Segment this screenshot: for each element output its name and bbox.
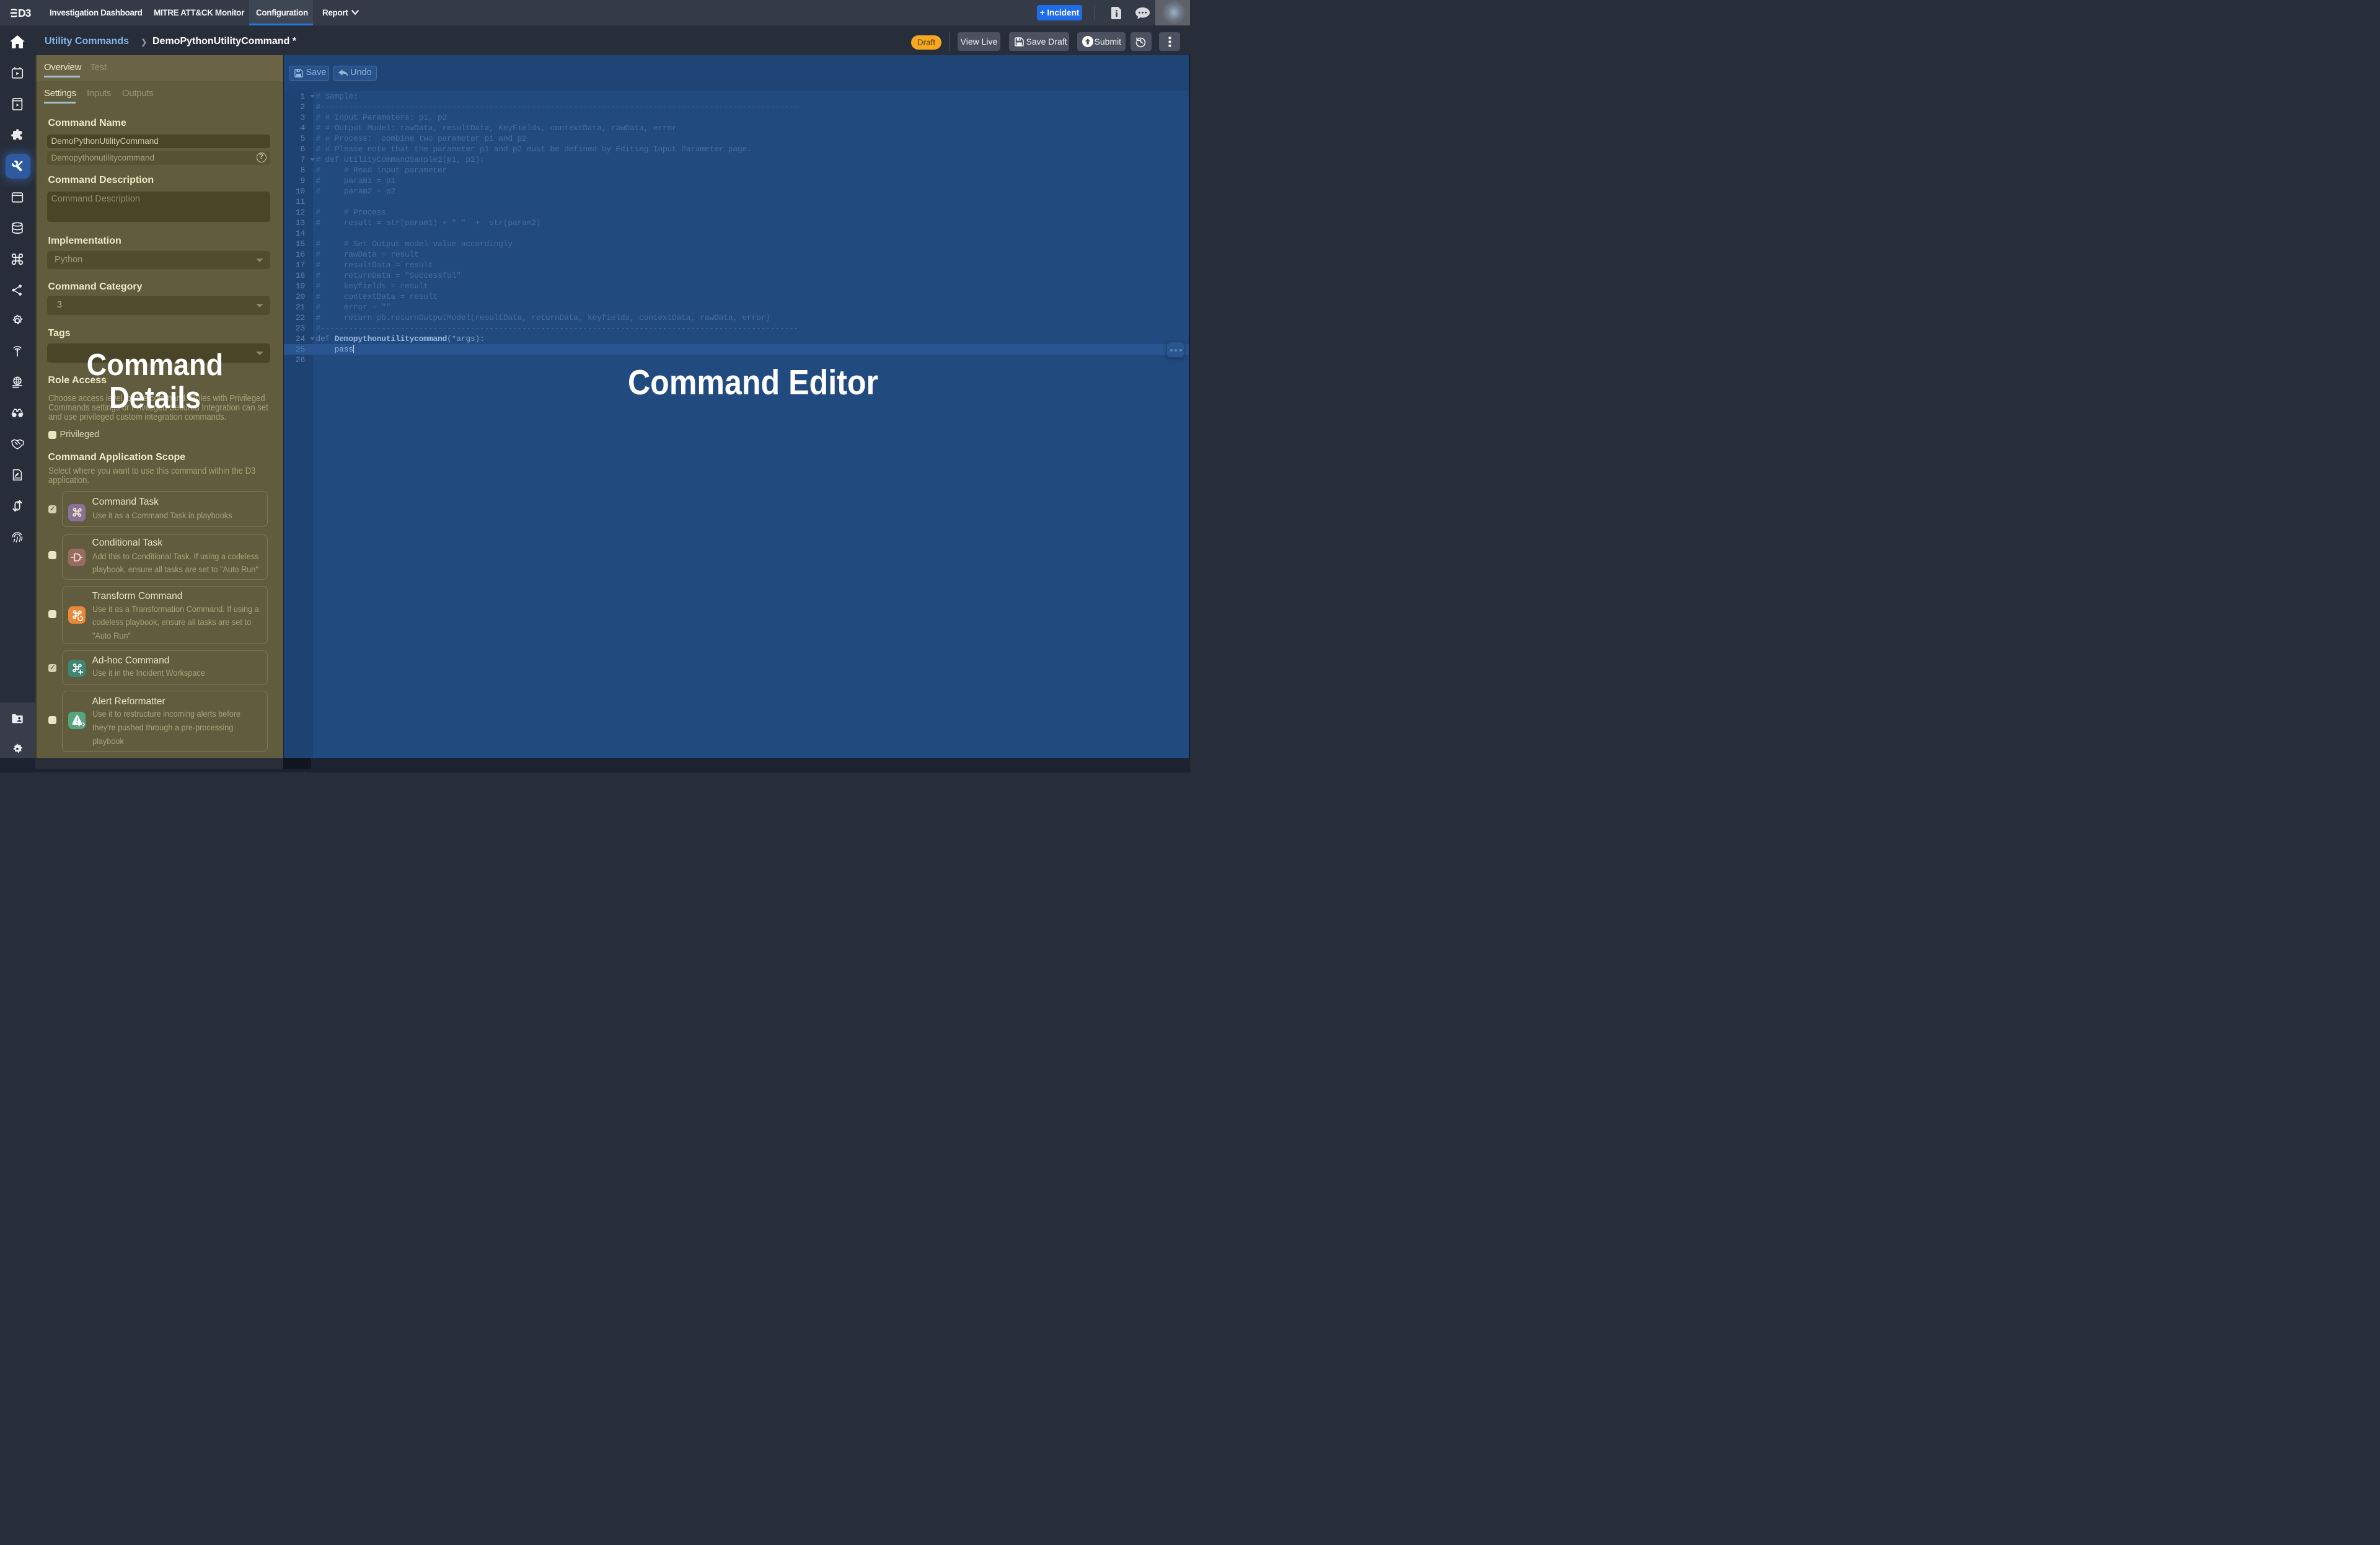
svg-text:D3: D3 — [18, 9, 32, 17]
